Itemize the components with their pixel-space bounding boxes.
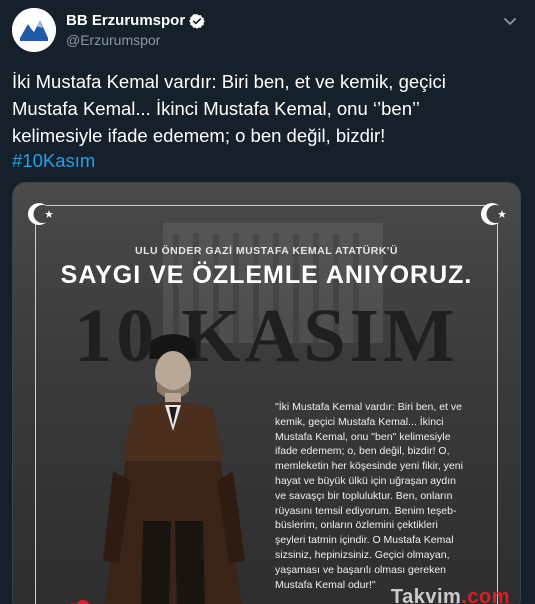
quote-line: rüyasını temsil ediyorum. Benim teşeb- [275, 504, 457, 517]
tweet-media-image[interactable]: ULU ÖNDER GAZİ MUSTAFA KEMAL ATATÜRK'Ü S… [12, 182, 521, 604]
tweet-text-line: Mustafa Kemal... İkinci Mustafa Kemal, o… [12, 98, 420, 119]
tweet-text-line: İki Mustafa Kemal vardır: Biri ben, et v… [12, 71, 446, 92]
chevron-down-icon [504, 18, 516, 25]
quote-line: hayat ve büyük ülkü için uğraşan aydın [275, 474, 456, 487]
more-options-button[interactable] [499, 10, 521, 32]
poster-title: SAYGI VE ÖZLEMLE ANIYORUZ. [60, 261, 473, 289]
poster-subtitle: ULU ÖNDER GAZİ MUSTAFA KEMAL ATATÜRK'Ü [135, 245, 398, 257]
quote-line: ifade edemem; o, ben değil, bizdir! O, [275, 445, 450, 458]
quote-line: kemik, geçici Mustafa Kemal... İkinci [275, 415, 444, 428]
poster-quote: "İki Mustafa Kemal vardır: Biri ben, et … [275, 400, 465, 592]
quote-line: sizsiniz, hepinizsiniz. Geçici olmayan, [275, 548, 450, 561]
tweet-header: BB Erzurumspor @Erzurumspor [0, 0, 535, 60]
account-handle[interactable]: @Erzurumspor [66, 32, 160, 48]
quote-line: yaşaması ve başarılı olması gereken [275, 563, 446, 576]
verified-badge-icon [189, 13, 206, 29]
quote-line: şeyleri tatmin içindir. O Mustafa Kemal [275, 534, 454, 547]
ataturk-portrait [103, 334, 245, 604]
watermark-suffix: .com [461, 586, 510, 604]
quote-line: ve savaşçı bir topluluktur. Ben, onların [275, 489, 453, 502]
avatar[interactable] [12, 8, 56, 52]
watermark: Takvim.com [391, 586, 510, 604]
quote-line: Mustafa Kemal, onu "ben" kelimesiyle [275, 430, 451, 443]
account-name-text[interactable]: BB Erzurumspor [66, 12, 185, 29]
erzurumspor-logo-icon [12, 8, 56, 52]
crescent-star-icon [481, 203, 506, 225]
tweet-text-line: kelimesiyle ifade edemem; o ben değil, b… [12, 125, 386, 146]
carnation-flower-icon [69, 600, 90, 604]
crescent-star-icon [28, 203, 53, 225]
hashtag-link[interactable]: #10Kasım [12, 150, 95, 172]
quote-line: büslerim, onların özlemini çektikleri [275, 519, 438, 532]
watermark-text: Takvim [390, 586, 462, 604]
tweet-text: İki Mustafa Kemal vardır: Biri ben, et v… [12, 68, 522, 149]
account-name[interactable]: BB Erzurumspor [66, 12, 206, 29]
quote-line: memleketin her köşesinde yeni fikir, yen… [275, 460, 463, 473]
quote-line: "İki Mustafa Kemal vardır: Biri ben, et … [275, 401, 462, 413]
